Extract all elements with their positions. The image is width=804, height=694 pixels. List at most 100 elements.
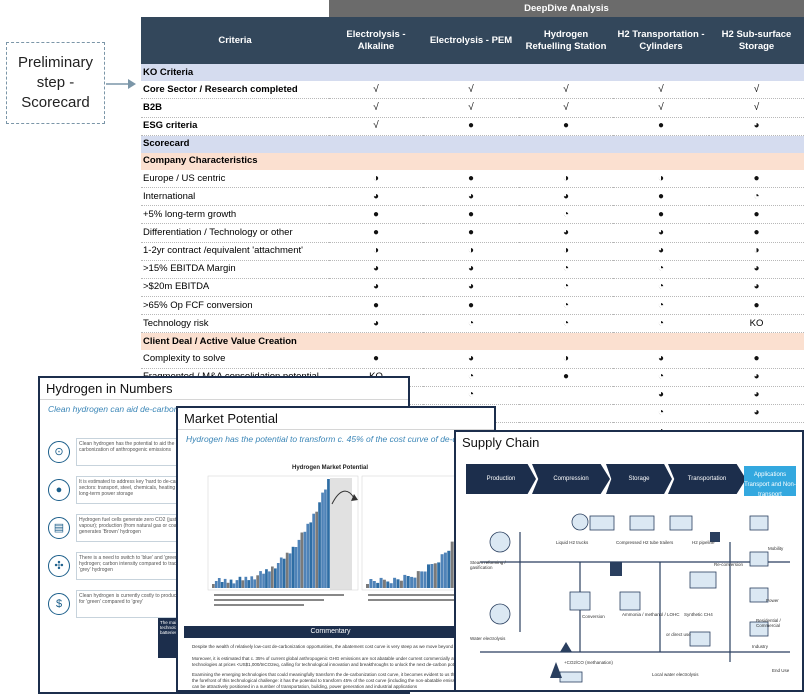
cost-curve-bar [327,479,330,588]
supply-chain-label: Synthetic CH4 [684,612,713,617]
score-symbol: ◕ [423,350,519,369]
score-symbol: ◕ [613,386,709,405]
cost-curve-bar [300,532,304,588]
cost-curve-bar [413,577,417,588]
score-symbol: √ [613,81,709,100]
table-row: ESG criteria √ ● ● ● ◕ [141,117,804,136]
score-symbol: ● [423,117,519,136]
criteria-label: International [141,187,329,207]
section-row: KO Criteria [141,64,804,82]
criteria-label: >$20m EBITDA [141,278,329,297]
score-symbol: √ [709,81,804,100]
score-symbol: ◔ [519,314,613,334]
score-symbol: ◕ [613,350,709,369]
criteria-label: Technology risk [141,314,329,334]
supply-chain-label: Liquid H2 trucks [556,540,589,545]
score-symbol: ● [329,223,423,243]
flow-stage-compression: Compression [532,464,610,494]
arrow-right-icon [106,79,136,89]
commentary-header: Commentary [184,626,477,638]
score-symbol: √ [519,98,613,118]
table-row: 1-2yr contract /equivalent 'attachment' ◑… [141,242,804,261]
cost-curve-bar [321,492,324,588]
score-symbol: ◑ [423,242,519,261]
number-item-icon: $ [48,593,70,615]
cost-curve-bar [315,511,318,588]
cost-curve-bar [244,576,248,588]
cost-curve-bar [372,581,376,588]
table-row: Europe / US centric ◑ ● ◑ ◑ ● [141,169,804,189]
cost-curve-bar [268,571,271,588]
number-item-icon: ⊙ [48,441,70,463]
score-symbol: ◕ [519,187,613,207]
cost-curve-bar [420,571,424,588]
score-symbol: ◔ [613,296,709,316]
cost-curve-bar [274,568,277,588]
cost-curve-bar [262,573,265,588]
score-symbol: ◔ [613,278,709,297]
cost-curve-bar [366,584,369,588]
cost-curve-bar [294,547,298,588]
score-symbol: √ [329,98,423,118]
score-symbol: ● [613,117,709,136]
score-symbol: √ [329,81,423,100]
cost-curve-bar [318,502,321,588]
score-symbol: ◔ [519,296,613,316]
cost-curve-bar [276,563,280,588]
column-header: Electrolysis - Alkaline [329,17,423,65]
score-symbol: ◔ [519,278,613,297]
cost-curve-bar [324,489,327,588]
score-symbol: ◔ [613,368,709,387]
score-symbol: √ [709,98,804,118]
score-symbol: ◕ [709,368,804,387]
cost-curve-bar [382,579,386,588]
table-row: Core Sector / Research completed √ √ √ √ √ [141,81,804,100]
commentary-bullet: Examining the emerging technologies that… [192,672,470,689]
table-row: +5% long-term growth ● ● ◔ ● ● [141,205,804,225]
score-symbol: ◕ [329,314,423,334]
cost-curve-bar [259,571,262,588]
score-symbol: ● [519,368,613,387]
score-symbol: ◔ [423,314,519,334]
score-symbol: ◕ [423,260,519,279]
scorecard-table: DeepDive Analysis Criteria Electrolysis … [141,0,804,442]
cost-curve-bar [223,578,227,588]
score-symbol: ◑ [613,169,709,189]
score-symbol: ◑ [519,242,613,261]
score-symbol: ● [709,169,804,189]
score-symbol: ● [329,205,423,225]
table-row: Technology risk ◕ ◔ ◔ ◔ KO [141,314,804,334]
score-symbol: ● [613,205,709,225]
supply-chain-label: Industry [752,644,769,649]
number-item-icon: ✣ [48,555,70,577]
score-symbol: ◔ [423,386,519,405]
cost-curve-bar [423,571,427,588]
score-symbol: ● [329,350,423,369]
supply-chain-label: Water electrolysis [470,636,506,641]
supply-chain-label: Compressed H2 tube trailers [616,540,674,545]
cost-curve-bar [235,580,239,588]
deepdive-header: DeepDive Analysis [329,0,804,18]
score-symbol: ◕ [519,223,613,243]
section-label: Client Deal / Active Value Creation [141,332,804,351]
criteria-label: +5% long-term growth [141,205,329,225]
score-symbol: ● [519,117,613,136]
supply-chain-label: Ammonia / methanol / LOHC [622,612,680,617]
column-header: H2 Transportation - Cylinders [613,17,709,65]
supply-chain-label: Conversion [582,614,605,619]
supply-chain-label: Steam reforming / gasification [470,560,506,570]
criteria-label: >15% EBITDA Margin [141,260,329,279]
cost-curve-bar [406,576,410,588]
supply-chain-label: Local water electrolysis [652,672,699,677]
flow-stage-transportation: Transportation [668,464,746,494]
criteria-label: >65% Op FCF conversion [141,296,329,316]
supply-chain-label: Power [766,598,779,603]
score-symbol: ◕ [613,242,709,261]
table-row: International ◕ ◕ ◕ ● ◔ [141,187,804,207]
cost-curve-bar [369,579,373,588]
score-symbol [519,386,613,405]
criteria-label: B2B [141,98,329,118]
score-symbol: ◕ [423,187,519,207]
supply-chain-label: or direct use [666,632,691,637]
cost-curve-bar [399,580,403,588]
